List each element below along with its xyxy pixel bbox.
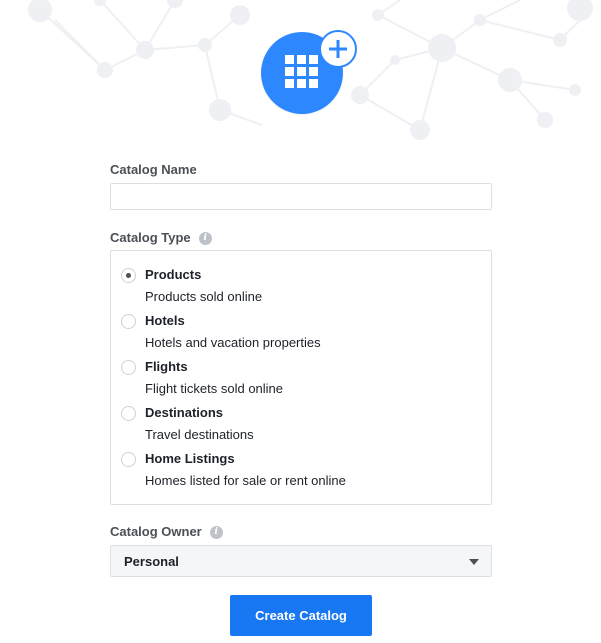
catalog-owner-select[interactable]: Personal [110,545,492,577]
option-description: Flight tickets sold online [145,381,284,396]
catalog-name-input[interactable] [110,183,492,210]
radio-button[interactable] [121,406,136,421]
catalog-type-label: Catalog Type i [110,230,212,246]
info-icon[interactable]: i [209,525,223,539]
radio-button[interactable] [121,360,136,375]
option-title: Hotels [145,313,185,328]
option-description: Travel destinations [145,427,254,442]
catalog-owner-label-text: Catalog Owner [110,524,202,539]
catalog-owner-value: Personal [124,554,179,569]
catalog-name-label-text: Catalog Name [110,162,197,177]
info-icon[interactable]: i [198,231,212,245]
catalog-type-option-hotels[interactable]: Hotels Hotels and vacation properties [111,312,491,356]
radio-button[interactable] [121,452,136,467]
plus-icon [329,40,347,58]
chevron-down-icon [469,559,479,565]
option-title: Flights [145,359,188,374]
create-catalog-dialog: Catalog Name Catalog Type i Products Pro… [0,0,601,643]
add-badge [319,30,357,68]
option-description: Homes listed for sale or rent online [145,473,346,488]
option-title: Destinations [145,405,224,420]
option-title: Products [145,267,202,282]
catalog-name-label: Catalog Name [110,162,197,178]
catalog-type-label-text: Catalog Type [110,230,191,245]
option-description: Products sold online [145,289,263,304]
create-catalog-button[interactable]: Create Catalog [230,595,372,636]
header-illustration [0,0,601,140]
catalog-type-option-flights[interactable]: Flights Flight tickets sold online [111,358,491,402]
catalog-type-option-destinations[interactable]: Destinations Travel destinations [111,404,491,448]
catalog-grid-icon [285,55,318,88]
catalog-type-radio-group: Products Products sold online Hotels Hot… [110,250,492,505]
catalog-type-option-products[interactable]: Products Products sold online [111,266,491,310]
radio-button[interactable] [121,268,136,283]
catalog-owner-label: Catalog Owner i [110,524,223,540]
radio-button[interactable] [121,314,136,329]
option-title: Home Listings [145,451,235,466]
catalog-type-option-home-listings[interactable]: Home Listings Homes listed for sale or r… [111,450,491,494]
option-description: Hotels and vacation properties [145,335,321,350]
